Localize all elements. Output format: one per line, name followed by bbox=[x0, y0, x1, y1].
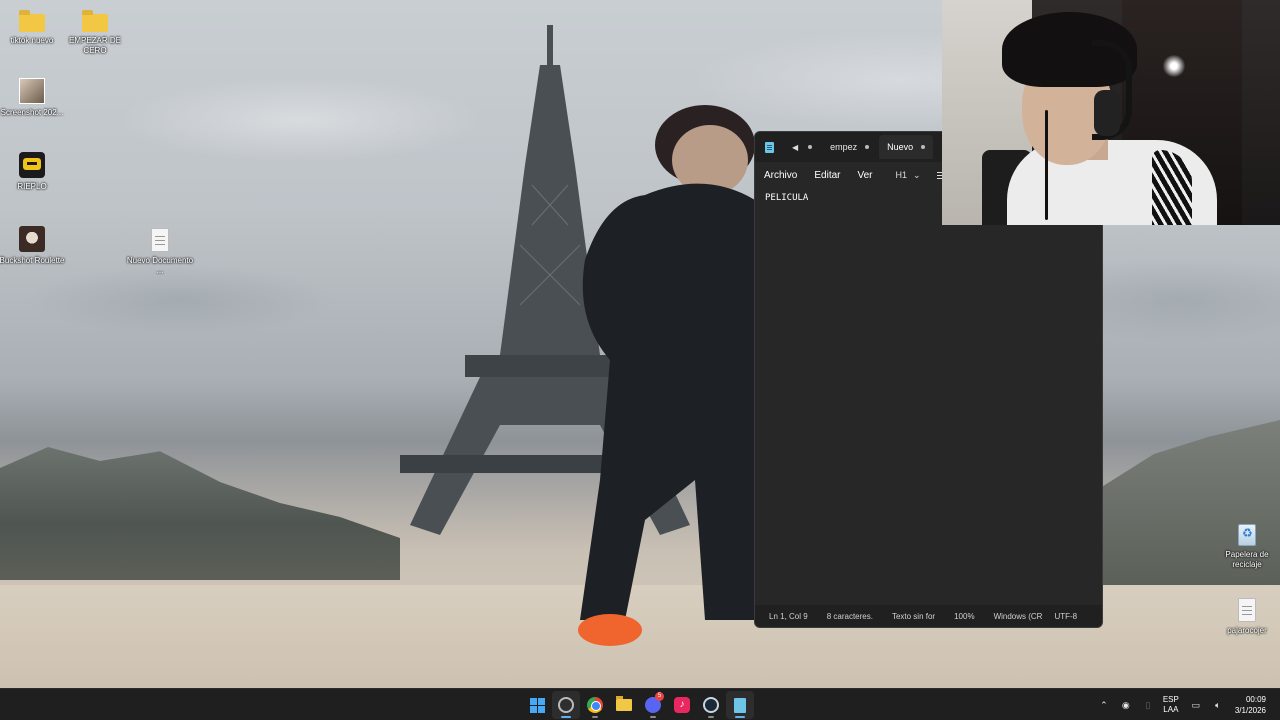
desktop-icon-nuevo-documento[interactable]: Nuevo Documento ... bbox=[125, 228, 195, 276]
status-format[interactable]: Texto sin for bbox=[892, 612, 935, 621]
keyboard-layout: LAA bbox=[1163, 705, 1179, 714]
mic-cable bbox=[1045, 110, 1048, 220]
file-explorer-icon bbox=[616, 696, 632, 711]
clock[interactable]: 00:09 3/1/2026 bbox=[1235, 694, 1266, 716]
tab-scroll-left-icon[interactable]: ◀ bbox=[792, 143, 798, 152]
tab-label: Nuevo bbox=[887, 142, 914, 152]
clock-time: 00:09 bbox=[1245, 695, 1266, 704]
tab-overflow-dot-icon bbox=[808, 145, 813, 149]
desktop-icon-label: Screenshot 202... bbox=[0, 108, 64, 117]
language-code: ESP bbox=[1162, 695, 1179, 704]
desktop-icon-label: pajarocojer bbox=[1227, 626, 1267, 635]
system-tray: ⌃ ◉ ▯ ESP LAA ▭ 🔈︎ 00:09 3/1/2026 bbox=[1093, 689, 1280, 720]
status-char-count: 8 caracteres. bbox=[826, 611, 873, 621]
discord-tray-icon[interactable]: ◉ bbox=[1115, 700, 1137, 711]
chrome-icon bbox=[587, 697, 603, 713]
obs-icon bbox=[558, 697, 574, 713]
notepad-icon bbox=[765, 141, 774, 153]
text-document-icon bbox=[151, 228, 169, 252]
running-indicator bbox=[592, 716, 598, 718]
volume-icon[interactable]: 🔈︎ bbox=[1207, 700, 1229, 711]
folder-icon bbox=[82, 10, 108, 32]
heading-label: H1 bbox=[895, 170, 908, 180]
show-hidden-icons-chevron-up-icon[interactable]: ⌃ bbox=[1093, 700, 1115, 711]
notification-badge: 5 bbox=[655, 692, 664, 701]
recycle-bin-icon bbox=[1238, 524, 1256, 546]
game-icon bbox=[19, 152, 45, 178]
taskbar: 5 ♪ ⌃ ◉ ▯ ESP LAA ▭ 🔈︎ 00:09 3/1/2026 bbox=[0, 688, 1280, 720]
image-icon bbox=[19, 78, 45, 104]
network-icon[interactable]: ▭ bbox=[1185, 700, 1207, 711]
status-encoding[interactable]: UTF-8 bbox=[1054, 612, 1077, 621]
desktop-icon-label: Buckshot Roulette bbox=[0, 256, 65, 265]
desktop-icon-screenshot[interactable]: Screenshot 202... bbox=[0, 78, 67, 118]
clock-date: 3/1/2026 bbox=[1234, 706, 1266, 715]
menu-editar[interactable]: Editar bbox=[814, 170, 840, 181]
windows-icon bbox=[529, 697, 545, 713]
running-indicator bbox=[650, 716, 656, 718]
running-indicator bbox=[735, 716, 745, 718]
menu-ver[interactable]: Ver bbox=[857, 170, 872, 181]
tab-nuevo[interactable]: Nuevo bbox=[879, 135, 934, 159]
desktop-icon-recycle-bin[interactable]: Papelera de reciclaje bbox=[1212, 524, 1280, 570]
tab-label: empez bbox=[830, 142, 858, 152]
unsaved-dot-icon bbox=[865, 145, 870, 149]
folder-icon bbox=[19, 10, 45, 32]
tab-empez[interactable]: empez bbox=[822, 135, 877, 159]
desktop-icon-label: tiktok nuevo bbox=[10, 36, 54, 45]
notepad-text-area[interactable]: PELICULA bbox=[755, 188, 1102, 608]
desktop-icon-label: Papelera de reciclaje bbox=[1225, 550, 1269, 569]
desktop-icon-pajarocojer[interactable]: pajarocojer bbox=[1212, 598, 1280, 636]
headset-earcup bbox=[1094, 90, 1120, 136]
desktop-icon-tiktok-nuevo[interactable]: tiktok nuevo bbox=[0, 8, 67, 46]
status-zoom[interactable]: 100% bbox=[954, 612, 974, 621]
taskbar-notepad[interactable] bbox=[726, 691, 754, 719]
taskbar-file-explorer[interactable] bbox=[610, 691, 638, 719]
menu-archivo[interactable]: Archivo bbox=[764, 170, 797, 181]
taskbar-apps: 5 ♪ bbox=[523, 691, 754, 719]
cam-light bbox=[1162, 55, 1186, 77]
running-indicator bbox=[708, 716, 714, 718]
trees-left bbox=[0, 447, 400, 580]
running-indicator bbox=[561, 716, 571, 718]
desktop-icon-empezar-de-cero[interactable]: EMPEZAR DE CERO bbox=[60, 8, 130, 56]
heading-dropdown[interactable]: H1 ⌄ bbox=[896, 170, 921, 181]
taskbar-chrome[interactable] bbox=[581, 691, 609, 719]
notepad-statusbar: Ln 1, Col 9 8 caracteres. Texto sin for … bbox=[755, 605, 1102, 627]
dancing-person-image bbox=[578, 105, 765, 646]
taskbar-steam[interactable] bbox=[697, 691, 725, 719]
desktop-icon-rieplo[interactable]: RIEPLO bbox=[0, 152, 67, 192]
notepad-icon bbox=[734, 697, 746, 713]
desktop-icon-label: Nuevo Documento ... bbox=[126, 256, 194, 275]
desktop-icon-label: EMPEZAR DE CERO bbox=[68, 36, 121, 55]
game-icon bbox=[19, 226, 45, 252]
unsaved-dot-icon bbox=[921, 145, 926, 149]
text-document-icon bbox=[1238, 598, 1256, 622]
editor-content: PELICULA bbox=[765, 193, 809, 203]
taskbar-discord[interactable]: 5 bbox=[639, 691, 667, 719]
status-line-ending[interactable]: Windows (CR bbox=[994, 612, 1043, 621]
taskbar-tiktok[interactable]: ♪ bbox=[668, 691, 696, 719]
tiktok-icon: ♪ bbox=[674, 697, 690, 713]
status-position: Ln 1, Col 9 bbox=[769, 611, 808, 621]
desktop-icon-label: RIEPLO bbox=[17, 182, 47, 191]
steam-icon bbox=[703, 697, 719, 713]
language-indicator[interactable]: ESP LAA bbox=[1163, 695, 1179, 715]
start-button[interactable] bbox=[523, 691, 551, 719]
usb-icon[interactable]: ▯ bbox=[1137, 700, 1159, 711]
taskbar-obs[interactable] bbox=[552, 691, 580, 719]
webcam-overlay bbox=[942, 0, 1280, 225]
desktop-icon-buckshot-roulette[interactable]: Buckshot Roulette bbox=[0, 226, 67, 266]
chevron-down-icon: ⌄ bbox=[913, 169, 921, 180]
